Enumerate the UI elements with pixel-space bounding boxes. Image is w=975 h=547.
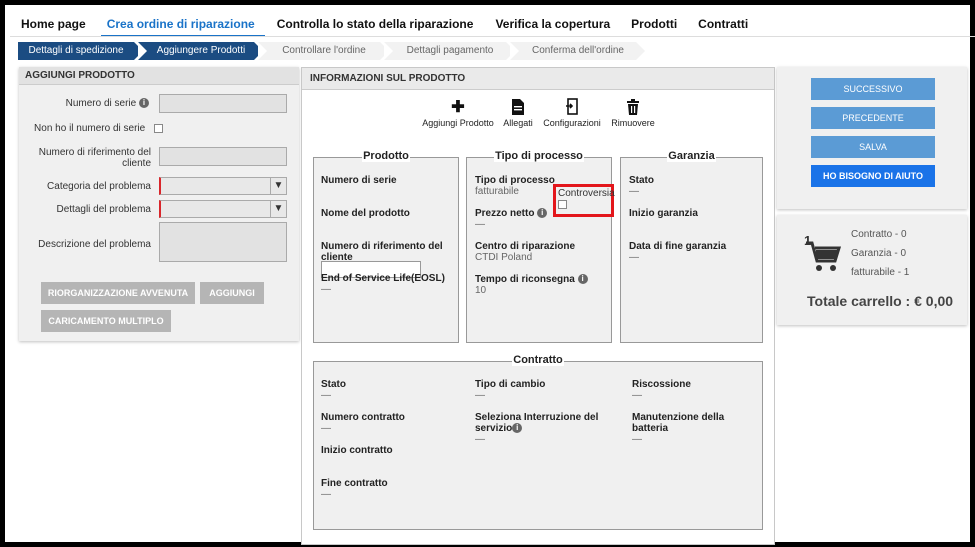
contract-number-field: Numero contratto —	[321, 412, 405, 434]
step-add-products[interactable]: Aggiungere Prodotti	[138, 42, 263, 60]
add-product-panel: AGGIUNGI PRODOTTO Numero di serie i Non …	[19, 67, 299, 341]
next-button[interactable]: SUCCESSIVO	[811, 78, 935, 100]
contract-start-field: Inizio contratto	[321, 445, 393, 456]
eosl-field: End of Service Life(EOSL) —	[321, 273, 445, 295]
problem-category-select[interactable]: ▼	[159, 177, 287, 195]
nav-divider	[10, 36, 975, 37]
customer-reference-input[interactable]	[159, 147, 287, 166]
product-info-panel: INFORMAZIONI SUL PRODOTTO ✚ Aggiungi Prod…	[301, 67, 775, 545]
exchange-type-field: Tipo di cambio —	[475, 379, 546, 401]
top-navigation: Home page Crea ordine di riparazione Con…	[21, 13, 748, 37]
problem-description-label: Descrizione del problema	[38, 239, 151, 250]
battery-maintenance-field: Manutenzione della batteria —	[632, 412, 725, 445]
step-shipping-details[interactable]: Dettagli di spedizione	[18, 42, 143, 60]
product-info-title: INFORMAZIONI SUL PRODOTTO	[302, 68, 774, 90]
remove-tool[interactable]: Rimuovere	[608, 98, 658, 128]
no-serial-checkbox[interactable]	[154, 123, 163, 133]
step-order-confirmation[interactable]: Conferma dell'ordine	[510, 42, 645, 60]
process-type-box-title: Tipo di processo	[494, 150, 584, 162]
step-payment-details[interactable]: Dettagli pagamento	[384, 42, 515, 60]
problem-details-select[interactable]: ▼	[159, 200, 287, 218]
repair-center-field: Centro di riparazione CTDI Poland	[475, 241, 576, 263]
contract-end-field: Fine contratto —	[321, 478, 388, 500]
collection-field: Riscossione —	[632, 379, 691, 401]
cart-total: Totale carrello : € 0,00	[807, 293, 954, 309]
problem-details-label: Dettagli del problema	[56, 204, 152, 215]
configurations-tool[interactable]: Configurazioni	[540, 98, 604, 128]
save-button[interactable]: SALVA	[811, 136, 935, 158]
warranty-start-field: Inizio garanzia	[629, 208, 698, 219]
product-box: Prodotto Numero di serie Nome del prodot…	[313, 150, 459, 343]
product-box-title: Prodotto	[362, 150, 410, 162]
dispute-checkbox[interactable]	[558, 200, 567, 209]
nav-repair-status[interactable]: Controlla lo stato della riparazione	[277, 13, 474, 37]
warranty-state-field: Stato —	[629, 175, 654, 197]
contract-state-field: Stato —	[321, 379, 346, 401]
checkout-steps: Dettagli di spedizione Aggiungere Prodot…	[18, 42, 645, 60]
plus-icon: ✚	[451, 99, 465, 116]
chevron-down-icon: ▼	[270, 201, 286, 217]
nav-products[interactable]: Prodotti	[631, 13, 677, 37]
net-price-field: Prezzo netto i —	[475, 208, 548, 230]
nav-contracts[interactable]: Contratti	[698, 13, 748, 37]
customer-reference-label: Numero di riferimento del cliente	[38, 147, 151, 169]
contract-box: Contratto Stato — Tipo di cambio — Riscoss…	[313, 354, 763, 530]
dispute-label: Controversia	[558, 188, 615, 199]
service-interruption-field: Seleziona Interruzione del servizio i —	[475, 412, 599, 445]
document-icon	[498, 98, 538, 118]
problem-description-textarea[interactable]	[159, 222, 287, 262]
serial-number-input[interactable]	[159, 94, 287, 113]
cart-panel: 1 Contratto - 0 Garanzia - 0 fatturabile…	[777, 215, 967, 325]
help-button[interactable]: HO BISOGNO DI AIUTO	[811, 165, 935, 187]
add-product-title: AGGIUNGI PRODOTTO	[19, 67, 299, 85]
no-serial-label: Non ho il numero di serie	[23, 123, 163, 134]
cart-icon[interactable]	[805, 239, 842, 276]
app-window: Home page Crea ordine di riparazione Con…	[0, 0, 975, 547]
warranty-box: Garanzia Stato — Inizio garanzia Data di …	[620, 150, 763, 343]
device-icon	[540, 98, 604, 118]
contract-box-title: Contratto	[512, 354, 564, 366]
serial-number-label: Numero di serie i	[19, 98, 149, 109]
add-button[interactable]: AGGIUNGI	[200, 282, 264, 304]
cart-warranty-count: Garanzia - 0	[851, 248, 907, 259]
info-icon[interactable]: i	[512, 423, 523, 434]
nav-create-repair-order[interactable]: Crea ordine di riparazione	[100, 13, 265, 37]
product-name-field: Nome del prodotto	[321, 208, 410, 219]
trash-icon	[608, 98, 658, 118]
chevron-down-icon: ▼	[270, 178, 286, 194]
warranty-box-title: Garanzia	[667, 150, 716, 162]
cart-billable-count: fatturabile - 1	[851, 267, 910, 278]
info-icon[interactable]: i	[139, 98, 149, 109]
info-icon[interactable]: i	[537, 208, 548, 219]
step-review-order[interactable]: Controllare l'ordine	[258, 42, 389, 60]
reorganization-button[interactable]: RIORGANIZZAZIONE AVVENUTA	[41, 282, 195, 304]
warranty-end-field: Data di fine garanzia —	[629, 241, 727, 263]
bulk-upload-button[interactable]: CARICAMENTO MULTIPLO	[41, 310, 171, 332]
previous-button[interactable]: PRECEDENTE	[811, 107, 935, 129]
add-product-tool[interactable]: ✚ Aggiungi Prodotto	[420, 98, 496, 128]
info-icon[interactable]: i	[577, 274, 588, 285]
problem-category-label: Categoria del problema	[47, 181, 151, 192]
product-customer-ref-field: Numero di riferimento del cliente	[321, 241, 443, 263]
action-panel: SUCCESSIVO PRECEDENTE SALVA HO BISOGNO D…	[777, 67, 967, 209]
process-type-field: Tipo di processo fatturabile	[475, 175, 555, 197]
nav-home[interactable]: Home page	[21, 13, 86, 37]
process-type-box: Tipo di processo Tipo di processo fattura…	[466, 150, 615, 343]
attachments-tool[interactable]: Allegati	[498, 98, 538, 128]
dispute-highlight: Controversia	[553, 184, 615, 217]
product-serial-field: Numero di serie	[321, 175, 397, 186]
cart-contract-count: Contratto - 0	[851, 229, 907, 240]
nav-check-coverage[interactable]: Verifica la copertura	[495, 13, 610, 37]
turnaround-field: Tempo di riconsegna i 10	[475, 274, 588, 296]
